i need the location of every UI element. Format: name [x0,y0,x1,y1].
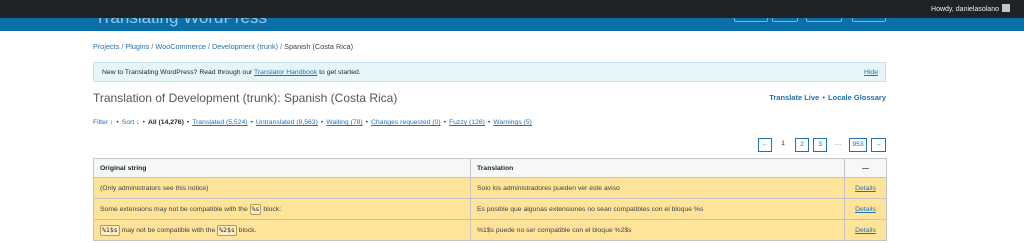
pagination-page-3[interactable]: 3 [813,138,827,152]
original-string-cell: Some extensions may not be compatible wi… [93,198,471,220]
original-string-cell: (Only administrators see this notice) [93,177,471,199]
original-text: block. [236,226,257,234]
pagination-current-page: 1 [781,140,785,147]
filter-fuzzy[interactable]: Fuzzy (126) [449,119,485,126]
filter-bullet: • [186,119,190,126]
pagination-prev-button[interactable]: ← [758,138,772,152]
filter-bullet: • [365,119,369,126]
column-header-original: Original string [93,158,471,178]
filter-all[interactable]: All (14,276) [148,119,184,126]
howdy-text: Howdy, danielasolano [931,6,999,13]
breadcrumb-separator: / [207,42,210,51]
breadcrumb-plugins[interactable]: Plugins [125,42,149,51]
breadcrumb-projects[interactable]: Projects [93,42,119,51]
title-links: Translate Live • Locale Glossary [769,93,886,102]
original-text: Some extensions may not be compatible wi… [100,205,250,213]
column-header-actions: — [844,158,887,178]
breadcrumb-separator: / [280,42,283,51]
original-text: block: [261,205,282,213]
details-link[interactable]: Details [855,227,876,234]
filter-warnings[interactable]: Warnings (5) [493,119,532,126]
filter-toggle[interactable]: Filter ↓ [93,119,113,126]
header-nav-button[interactable] [734,18,768,22]
notice-text-before: New to Translating WordPress? Read throu… [102,69,255,76]
breadcrumb-woocommerce[interactable]: WooCommerce [155,42,206,51]
breadcrumb-separator: / [121,42,124,51]
header-nav-button[interactable] [806,18,842,22]
translator-handbook-link[interactable]: Translator Handbook [254,69,317,76]
table-row[interactable]: Some extensions may not be compatible wi… [93,198,887,220]
original-string-cell: %1$s may not be compatible with the %2$s… [93,219,471,241]
user-menu[interactable]: Howdy, danielasolano [931,4,1010,13]
table-header-row: Original string Translation — [93,158,887,178]
table-row[interactable]: (Only administrators see this notice) So… [93,177,887,199]
filter-bar: Filter ↓ • Sort ↓ • All (14,276) • Translated … [93,119,532,126]
details-link[interactable]: Details [855,185,876,192]
filter-waiting[interactable]: Waiting (78) [326,119,362,126]
header-nav-button[interactable] [772,18,798,22]
breadcrumb-separator: / [151,42,154,51]
actions-cell: Details [844,177,887,199]
original-text: (Only administrators see this notice) [100,184,209,192]
filter-bullet: • [443,119,446,126]
translation-cell: %1$s puede no ser compatible con el bloq… [470,219,845,241]
hide-notice-link[interactable]: Hide [864,69,878,76]
translate-live-link[interactable]: Translate Live [769,93,819,102]
filter-bullet: • [250,119,253,126]
filter-changes-requested[interactable]: Changes requested (0) [371,119,441,126]
site-header: Translating WordPress [0,18,1024,31]
original-text: may not be compatible with the [119,226,218,234]
table-row[interactable]: %1$s may not be compatible with the %2$s… [93,219,887,241]
sort-toggle[interactable]: Sort ↓ [122,119,140,126]
translation-cell: Es posible que algunas extensiones no se… [470,198,845,220]
column-header-translation: Translation [470,158,845,178]
actions-cell: Details [844,198,887,220]
filter-bullet: • [116,119,119,126]
placeholder-token: %2$s [217,224,237,236]
translation-cell: Solo los administradores pueden ver este… [470,177,845,199]
separator-dot: • [822,93,825,102]
avatar [1002,4,1010,12]
breadcrumb-current: Spanish (Costa Rica) [284,42,354,51]
notice-text: New to Translating WordPress? Read throu… [102,69,361,76]
filter-bullet: • [142,119,145,126]
admin-bar: Howdy, danielasolano [0,0,1024,18]
pagination-next-button[interactable]: → [871,138,886,152]
locale-glossary-link[interactable]: Locale Glossary [828,93,886,102]
filter-bullet: • [487,119,491,126]
page-title: Translation of Development (trunk): Span… [93,91,398,105]
filter-translated[interactable]: Translated (5,524) [192,119,247,126]
placeholder-token: %1$s [100,224,120,236]
translation-table: Original string Translation — (Only admi… [93,158,887,241]
site-title[interactable]: Translating WordPress [95,18,267,28]
breadcrumb-development-trunk[interactable]: Development (trunk) [212,42,278,51]
notice-text-after: to get started. [317,69,361,76]
filter-bullet: • [320,119,324,126]
pagination-last-page[interactable]: 953 [849,138,867,152]
handbook-notice: New to Translating WordPress? Read throu… [93,62,886,82]
pagination-page-2[interactable]: 2 [795,138,809,152]
pagination-ellipsis: … [834,140,842,147]
details-link[interactable]: Details [855,206,876,213]
filter-untranslated[interactable]: Untranslated (8,563) [256,119,318,126]
header-nav-button[interactable] [852,18,886,22]
placeholder-token: %s [249,203,262,215]
breadcrumb: Projects / Plugins / WooCommerce / Development… [93,42,353,51]
actions-cell: Details [844,219,887,241]
